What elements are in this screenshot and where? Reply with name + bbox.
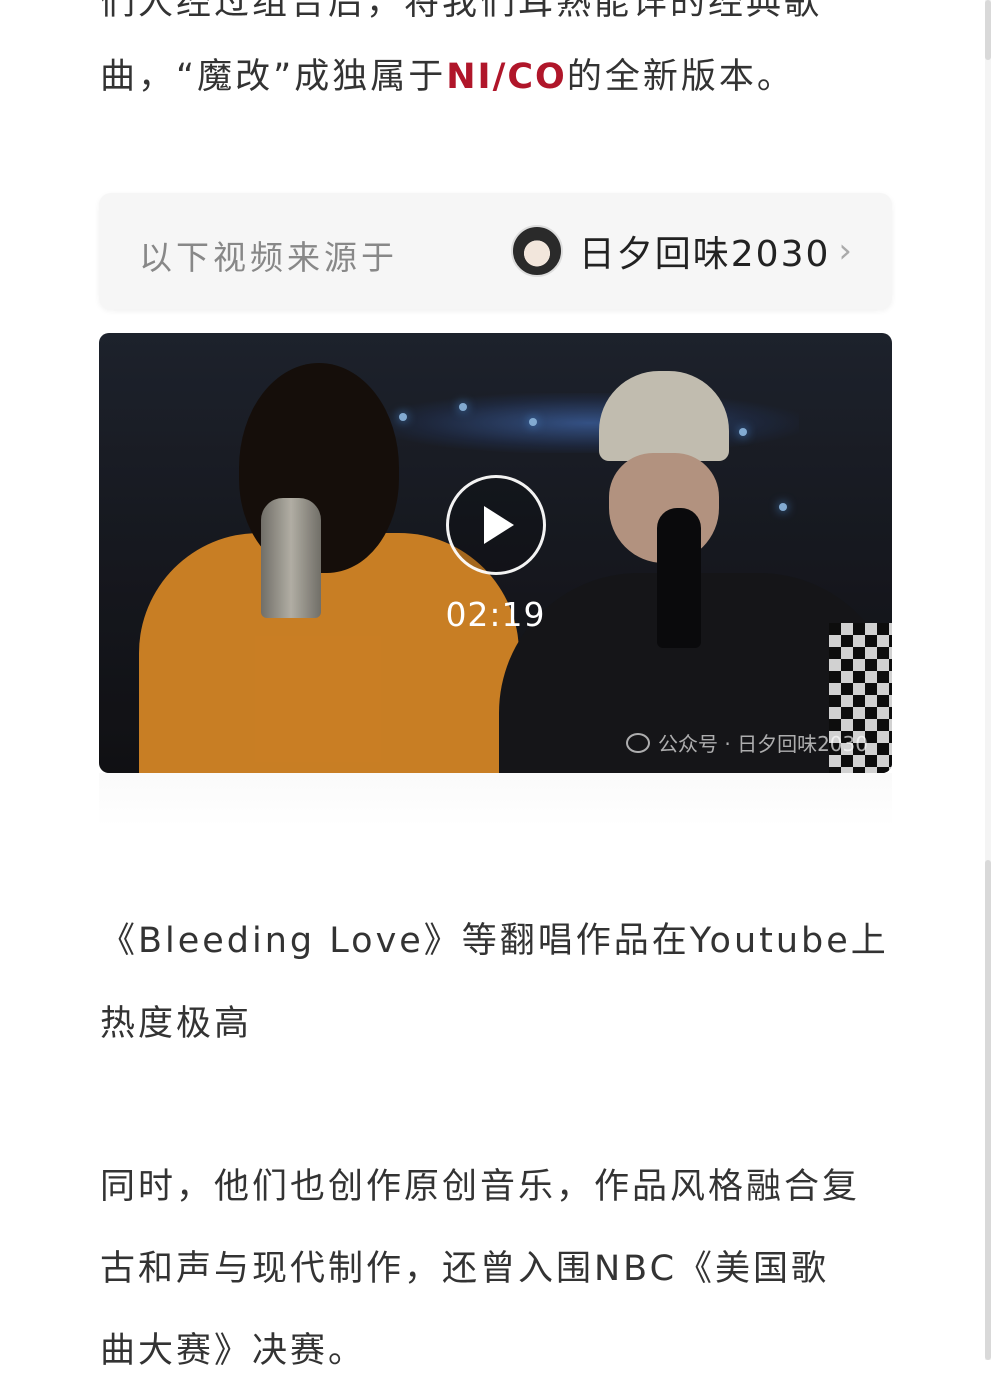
article-paragraph-1: 曲，“魔改”成独属于NI/CO的全新版本。 [100, 48, 900, 99]
article-paragraph-2-line-1: 《Bleeding Love》等翻唱作品在Youtube上 [100, 921, 889, 961]
partial-text-line: 们人经过组合后，将我们耳熟能详的经典歌 [100, 0, 823, 23]
source-account-link[interactable]: 日夕回味2030 › [510, 223, 852, 279]
watermark-text: 公众号 · 日夕回味2030 [658, 732, 868, 756]
account-avatar[interactable] [510, 225, 563, 277]
article-paragraph-3-line-2: 古和声与现代制作，还曾入围NBC《美国歌 [100, 1249, 830, 1289]
article-paragraph-3-line-1: 同时，他们也创作原创音乐，作品风格融合复 [100, 1167, 861, 1207]
wechat-icon [626, 732, 651, 753]
scrollbar-track[interactable] [985, 0, 991, 1360]
account-name[interactable]: 日夕回味2030 [579, 225, 831, 277]
video-watermark: 公众号 · 日夕回味2030 [626, 728, 868, 757]
scrollbar-thumb-top[interactable] [985, 0, 991, 60]
chevron-right-icon[interactable]: › [838, 231, 852, 271]
article-paragraph-3-line-3: 曲大赛》决赛。 [100, 1331, 367, 1371]
video-source-card[interactable]: 以下视频来源于 日夕回味2030 › [99, 193, 892, 309]
brand-name: NI/CO [446, 57, 567, 97]
video-duration: 02:19 [445, 595, 546, 634]
play-button[interactable] [446, 475, 546, 575]
text-segment: 的全新版本。 [566, 57, 795, 97]
source-label: 以下视频来源于 [139, 238, 398, 277]
scrollbar-thumb[interactable] [985, 860, 991, 1360]
article-paragraph-2-line-2: 热度极高 [100, 1004, 253, 1044]
play-icon [484, 506, 514, 544]
video-player[interactable]: 02:19 公众号 · 日夕回味2030 [99, 333, 892, 773]
text-segment: 曲，“魔改”成独属于 [100, 57, 447, 97]
video-footer-shadow [99, 773, 892, 827]
